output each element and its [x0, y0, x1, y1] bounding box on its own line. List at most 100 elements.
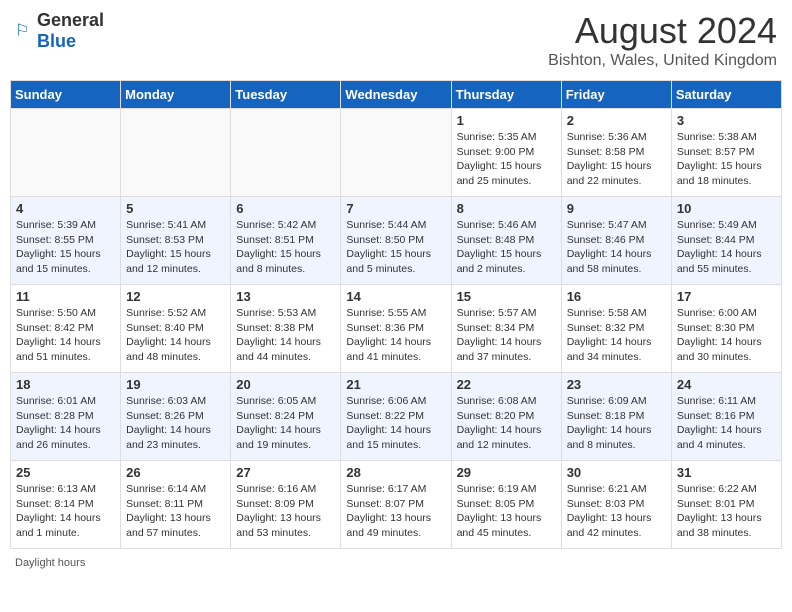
calendar-cell: 21 Sunrise: 6:06 AM Sunset: 8:22 PM Dayli… [341, 373, 451, 461]
day-content: Sunrise: 5:55 AM Sunset: 8:36 PM Dayligh… [346, 306, 445, 365]
location-subtitle: Bishton, Wales, United Kingdom [548, 52, 777, 70]
day-content: Sunrise: 6:19 AM Sunset: 8:05 PM Dayligh… [457, 482, 556, 541]
calendar-cell: 19 Sunrise: 6:03 AM Sunset: 8:26 PM Dayli… [121, 373, 231, 461]
footer: Daylight hours [10, 557, 782, 569]
day-content: Sunrise: 5:46 AM Sunset: 8:48 PM Dayligh… [457, 218, 556, 277]
col-header-wednesday: Wednesday [341, 81, 451, 109]
day-number: 22 [457, 377, 556, 392]
day-number: 15 [457, 289, 556, 304]
day-content: Sunrise: 6:21 AM Sunset: 8:03 PM Dayligh… [567, 482, 666, 541]
col-header-monday: Monday [121, 81, 231, 109]
calendar-cell: 3Sunrise: 5:38 AM Sunset: 8:57 PM Daylig… [671, 109, 781, 197]
calendar-cell [11, 109, 121, 197]
calendar-cell: 8 Sunrise: 5:46 AM Sunset: 8:48 PM Daylig… [451, 197, 561, 285]
day-number: 23 [567, 377, 666, 392]
day-number: 9 [567, 201, 666, 216]
day-content: Sunrise: 5:49 AM Sunset: 8:44 PM Dayligh… [677, 218, 776, 277]
day-content: Sunrise: 5:39 AM Sunset: 8:55 PM Dayligh… [16, 218, 115, 277]
calendar-cell: 29 Sunrise: 6:19 AM Sunset: 8:05 PM Dayli… [451, 461, 561, 549]
logo-blue-text: Blue [37, 31, 76, 51]
day-number: 19 [126, 377, 225, 392]
day-number: 28 [346, 465, 445, 480]
calendar-cell: 4 Sunrise: 5:39 AM Sunset: 8:55 PM Daylig… [11, 197, 121, 285]
day-content: Sunrise: 5:53 AM Sunset: 8:38 PM Dayligh… [236, 306, 335, 365]
day-content: Sunrise: 6:16 AM Sunset: 8:09 PM Dayligh… [236, 482, 335, 541]
day-content: Sunrise: 5:47 AM Sunset: 8:46 PM Dayligh… [567, 218, 666, 277]
day-number: 20 [236, 377, 335, 392]
month-year-title: August 2024 [548, 10, 777, 52]
day-content: Sunrise: 5:58 AM Sunset: 8:32 PM Dayligh… [567, 306, 666, 365]
calendar-cell: 24Sunrise: 6:11 AM Sunset: 8:16 PM Dayli… [671, 373, 781, 461]
day-number: 21 [346, 377, 445, 392]
calendar-cell: 2Sunrise: 5:36 AM Sunset: 8:58 PM Daylig… [561, 109, 671, 197]
week-row-1: 1 Sunrise: 5:35 AM Sunset: 9:00 PM Daylig… [11, 109, 782, 197]
calendar-cell [121, 109, 231, 197]
day-number: 26 [126, 465, 225, 480]
day-headers-row: SundayMondayTuesdayWednesdayThursdayFrid… [11, 81, 782, 109]
col-header-saturday: Saturday [671, 81, 781, 109]
day-number: 25 [16, 465, 115, 480]
daylight-label: Daylight hours [15, 557, 85, 569]
day-number: 17 [677, 289, 776, 304]
day-content: Sunrise: 6:06 AM Sunset: 8:22 PM Dayligh… [346, 394, 445, 453]
day-content: Sunrise: 5:35 AM Sunset: 9:00 PM Dayligh… [457, 130, 556, 189]
title-block: August 2024 Bishton, Wales, United Kingd… [548, 10, 777, 70]
day-content: Sunrise: 6:17 AM Sunset: 8:07 PM Dayligh… [346, 482, 445, 541]
calendar-cell: 11 Sunrise: 5:50 AM Sunset: 8:42 PM Dayli… [11, 285, 121, 373]
logo: ⚐ General Blue [15, 10, 104, 52]
day-number: 29 [457, 465, 556, 480]
calendar-cell: 26 Sunrise: 6:14 AM Sunset: 8:11 PM Dayli… [121, 461, 231, 549]
day-number: 16 [567, 289, 666, 304]
day-content: Sunrise: 6:05 AM Sunset: 8:24 PM Dayligh… [236, 394, 335, 453]
calendar-cell: 6Sunrise: 5:42 AM Sunset: 8:51 PM Daylig… [231, 197, 341, 285]
col-header-tuesday: Tuesday [231, 81, 341, 109]
day-content: Sunrise: 5:52 AM Sunset: 8:40 PM Dayligh… [126, 306, 225, 365]
day-content: Sunrise: 6:22 AM Sunset: 8:01 PM Dayligh… [677, 482, 776, 541]
col-header-thursday: Thursday [451, 81, 561, 109]
day-number: 8 [457, 201, 556, 216]
day-number: 10 [677, 201, 776, 216]
day-content: Sunrise: 5:36 AM Sunset: 8:58 PM Dayligh… [567, 130, 666, 189]
day-number: 14 [346, 289, 445, 304]
calendar-cell [341, 109, 451, 197]
page-header: ⚐ General Blue August 2024 Bishton, Wale… [10, 10, 782, 70]
day-number: 31 [677, 465, 776, 480]
day-number: 4 [16, 201, 115, 216]
calendar-cell: 27 Sunrise: 6:16 AM Sunset: 8:09 PM Dayli… [231, 461, 341, 549]
calendar-cell: 12 Sunrise: 5:52 AM Sunset: 8:40 PM Dayli… [121, 285, 231, 373]
day-number: 1 [457, 113, 556, 128]
calendar-cell: 7Sunrise: 5:44 AM Sunset: 8:50 PM Daylig… [341, 197, 451, 285]
day-content: Sunrise: 6:01 AM Sunset: 8:28 PM Dayligh… [16, 394, 115, 453]
day-number: 27 [236, 465, 335, 480]
col-header-friday: Friday [561, 81, 671, 109]
calendar-table: SundayMondayTuesdayWednesdayThursdayFrid… [10, 80, 782, 549]
day-content: Sunrise: 6:14 AM Sunset: 8:11 PM Dayligh… [126, 482, 225, 541]
day-number: 12 [126, 289, 225, 304]
day-content: Sunrise: 5:50 AM Sunset: 8:42 PM Dayligh… [16, 306, 115, 365]
logo-icon: ⚐ [15, 21, 35, 41]
day-content: Sunrise: 6:08 AM Sunset: 8:20 PM Dayligh… [457, 394, 556, 453]
day-number: 30 [567, 465, 666, 480]
day-number: 3 [677, 113, 776, 128]
day-number: 5 [126, 201, 225, 216]
svg-text:⚐: ⚐ [15, 23, 29, 40]
day-content: Sunrise: 5:44 AM Sunset: 8:50 PM Dayligh… [346, 218, 445, 277]
calendar-cell: 18Sunrise: 6:01 AM Sunset: 8:28 PM Dayli… [11, 373, 121, 461]
calendar-cell: 23 Sunrise: 6:09 AM Sunset: 8:18 PM Dayli… [561, 373, 671, 461]
day-content: Sunrise: 6:03 AM Sunset: 8:26 PM Dayligh… [126, 394, 225, 453]
day-number: 24 [677, 377, 776, 392]
calendar-cell: 15Sunrise: 5:57 AM Sunset: 8:34 PM Dayli… [451, 285, 561, 373]
calendar-cell: 30 Sunrise: 6:21 AM Sunset: 8:03 PM Dayli… [561, 461, 671, 549]
day-number: 13 [236, 289, 335, 304]
day-content: Sunrise: 6:13 AM Sunset: 8:14 PM Dayligh… [16, 482, 115, 541]
day-content: Sunrise: 6:09 AM Sunset: 8:18 PM Dayligh… [567, 394, 666, 453]
day-content: Sunrise: 5:41 AM Sunset: 8:53 PM Dayligh… [126, 218, 225, 277]
calendar-cell: 14 Sunrise: 5:55 AM Sunset: 8:36 PM Dayli… [341, 285, 451, 373]
logo-general-text: General [37, 10, 104, 30]
col-header-sunday: Sunday [11, 81, 121, 109]
calendar-cell: 9 Sunrise: 5:47 AM Sunset: 8:46 PM Daylig… [561, 197, 671, 285]
calendar-cell: 5 Sunrise: 5:41 AM Sunset: 8:53 PM Daylig… [121, 197, 231, 285]
calendar-cell: 13 Sunrise: 5:53 AM Sunset: 8:38 PM Dayli… [231, 285, 341, 373]
calendar-cell: 10 Sunrise: 5:49 AM Sunset: 8:44 PM Dayli… [671, 197, 781, 285]
day-number: 11 [16, 289, 115, 304]
